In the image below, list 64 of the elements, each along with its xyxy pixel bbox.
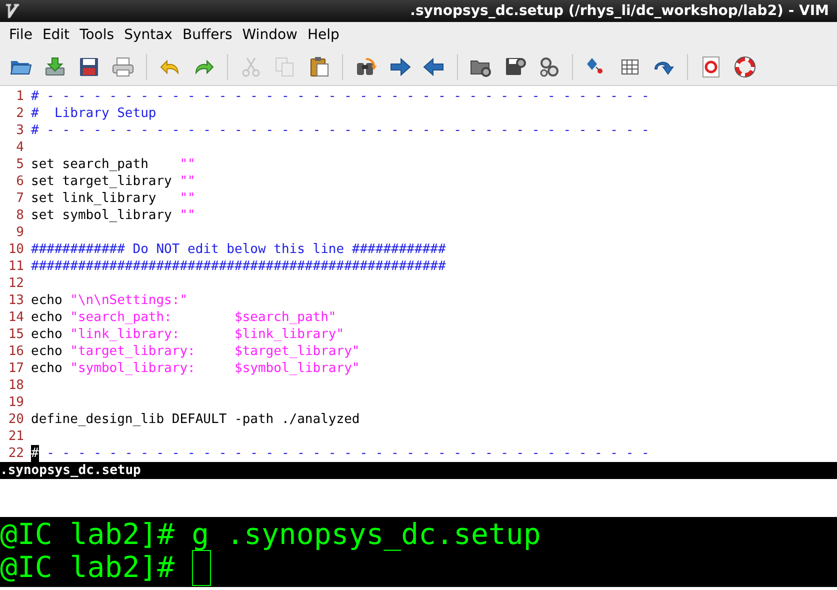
code-string: "" <box>180 173 196 190</box>
code-text: set link_library <box>31 190 158 207</box>
menu-item[interactable]: Window <box>237 24 302 46</box>
menu-item[interactable]: Edit <box>37 24 75 46</box>
line-number: 21 <box>7 428 24 445</box>
text-cursor: # <box>31 445 39 462</box>
code-text: set search_path <box>31 156 150 173</box>
shell-prompt: @IC lab2]# <box>0 551 175 584</box>
shell-command: g .synopsys_dc.setup <box>192 518 541 551</box>
menu-item[interactable]: File <box>4 24 38 46</box>
code-text: echo <box>31 309 64 326</box>
code-string: "" <box>180 207 196 224</box>
code-text: echo <box>31 292 64 309</box>
menu-item[interactable]: Syntax <box>119 24 178 46</box>
line-number: 7 <box>15 190 24 207</box>
line-number: 4 <box>15 139 24 156</box>
line-number: 13 <box>7 292 24 309</box>
line-number: 8 <box>15 207 24 224</box>
code-string: "target_library: $target_library" <box>70 343 360 360</box>
line-number: 6 <box>15 173 24 190</box>
code-text: set symbol_library <box>31 207 173 224</box>
line-number: 14 <box>7 309 24 326</box>
code-string: "symbol_library: $symbol_library" <box>70 360 360 377</box>
line-number: 1 <box>15 88 24 105</box>
line-number: 9 <box>15 224 24 241</box>
line-number: 17 <box>7 360 24 377</box>
code-comment: # Library Setup <box>31 105 156 122</box>
vim-logo-icon <box>4 2 20 20</box>
download-icon[interactable] <box>43 54 67 78</box>
line-number: 20 <box>7 411 24 428</box>
code-comment: # - - - - - - - - - - - - - - - - - - - - - - - - - - - - - - - - - - - - - - - <box>31 88 650 105</box>
code-string: "search_path: $search_path" <box>70 309 336 326</box>
menu-item[interactable]: Help <box>302 24 344 46</box>
code-string: "" <box>180 190 196 207</box>
line-number: 19 <box>7 394 24 411</box>
line-number: 10 <box>7 241 24 258</box>
line-number: 12 <box>7 275 24 292</box>
code-comment: ############ Do NOT edit below this line ############ <box>31 241 446 258</box>
code-comment: ##################################################### <box>31 258 446 275</box>
shell-prompt: @IC lab2]# <box>0 518 175 551</box>
file-name: .synopsys_dc.setup <box>0 462 141 479</box>
code-text: echo <box>31 326 64 343</box>
code-text: define_design_lib DEFAULT -path ./analyzed <box>31 411 360 428</box>
line-number: 3 <box>15 122 24 139</box>
line-number: 2 <box>15 105 24 122</box>
code-string: "\n\nSettings:" <box>70 292 188 309</box>
window-title: .synopsys_dc.setup (/rhys_li/dc_workshop/lab2) - VIM <box>410 2 830 20</box>
code-text: echo <box>31 343 64 360</box>
line-number: 15 <box>7 326 24 343</box>
code-text: set target_library <box>31 173 173 190</box>
printer-icon[interactable] <box>111 54 135 78</box>
code-comment: - - - - - - - - - - - - - - - - - - - - - - - - - - - - - - - - - - - - - - - <box>46 445 650 462</box>
line-number: 16 <box>7 343 24 360</box>
code-comment: # - - - - - - - - - - - - - - - - - - - - - - - - - - - - - - - - - - - - - - - <box>31 122 650 139</box>
menu-item[interactable]: Buffers <box>177 24 238 46</box>
line-number: 18 <box>7 377 24 394</box>
lifebuoy-icon[interactable] <box>733 54 757 78</box>
line-number: 11 <box>7 258 24 275</box>
code-string: "link_library: $link_library" <box>70 326 344 343</box>
menu-item[interactable]: Tools <box>74 24 120 46</box>
code-string: "" <box>180 156 196 173</box>
line-number: 22 <box>7 445 24 462</box>
line-number: 5 <box>15 156 24 173</box>
code-text: echo <box>31 360 64 377</box>
